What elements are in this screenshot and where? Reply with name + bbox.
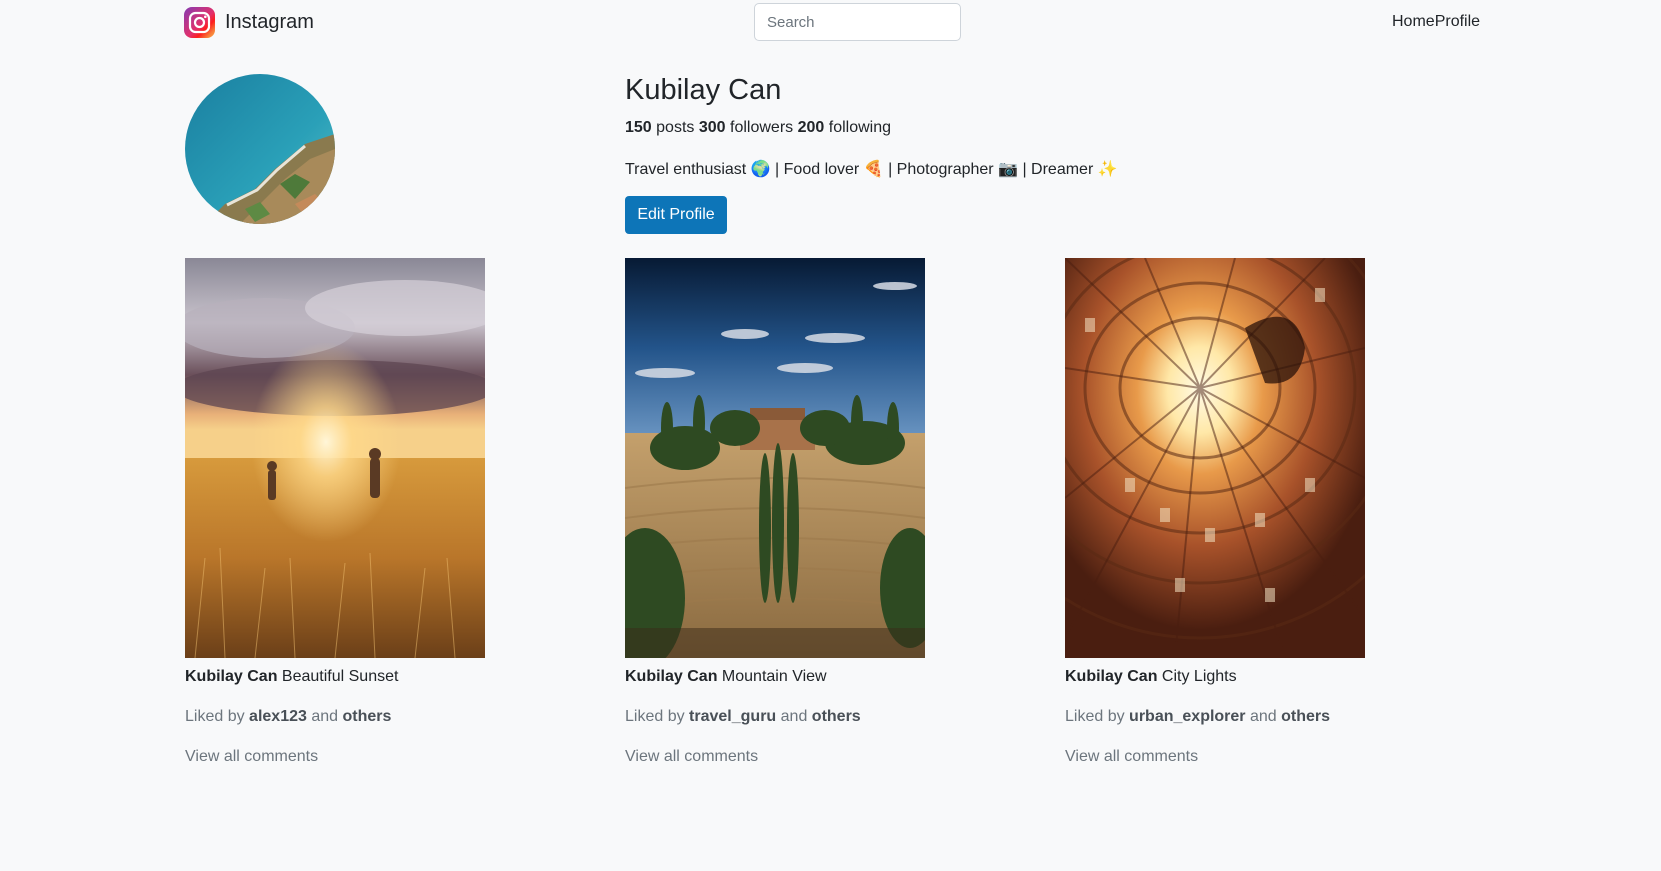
liked-others[interactable]: others xyxy=(812,708,861,725)
post-card: Kubilay Can Beautiful Sunset Liked by al… xyxy=(185,258,485,765)
following-count: 200 xyxy=(797,119,825,136)
post-card: Kubilay Can Mountain View Liked by trave… xyxy=(625,258,925,765)
posts-count: 150 xyxy=(625,119,652,136)
post-image[interactable] xyxy=(625,258,925,658)
liked-user[interactable]: travel_guru xyxy=(689,708,776,725)
liked-and: and xyxy=(311,708,339,725)
post-image[interactable] xyxy=(1065,258,1365,658)
post-author[interactable]: Kubilay Can xyxy=(625,668,717,685)
liked-and: and xyxy=(1249,708,1277,725)
profile-stats: 150 posts 300 followers 200 following xyxy=(625,119,891,137)
followers-label: followers xyxy=(730,119,794,136)
navbar: Instagram Home Profile xyxy=(0,0,1661,44)
post-author[interactable]: Kubilay Can xyxy=(1065,668,1157,685)
view-comments-link[interactable]: View all comments xyxy=(625,748,758,766)
search-input[interactable] xyxy=(754,3,961,41)
brand-name: Instagram xyxy=(225,11,314,33)
post-caption: Kubilay Can Beautiful Sunset xyxy=(185,668,398,686)
view-comments-link[interactable]: View all comments xyxy=(185,748,318,766)
profile-avatar xyxy=(185,74,335,224)
post-likes: Liked by alex123 and others xyxy=(185,708,391,726)
post-likes: Liked by urban_explorer and others xyxy=(1065,708,1330,726)
brand-link[interactable]: Instagram xyxy=(184,7,314,38)
profile-bio: Travel enthusiast 🌍 | Food lover 🍕 | Pho… xyxy=(625,161,1118,178)
liked-others[interactable]: others xyxy=(343,708,392,725)
liked-prefix: Liked by xyxy=(625,708,685,725)
followers-count: 300 xyxy=(698,119,726,136)
liked-and: and xyxy=(780,708,808,725)
following-label: following xyxy=(828,119,892,136)
liked-prefix: Liked by xyxy=(1065,708,1125,725)
view-comments-link[interactable]: View all comments xyxy=(1065,748,1198,766)
post-caption: Kubilay Can Mountain View xyxy=(625,668,827,686)
post-caption-text: City Lights xyxy=(1161,668,1237,685)
post-author[interactable]: Kubilay Can xyxy=(185,668,277,685)
liked-others[interactable]: others xyxy=(1281,708,1330,725)
post-card: Kubilay Can City Lights Liked by urban_e… xyxy=(1065,258,1365,765)
post-caption-text: Beautiful Sunset xyxy=(281,668,399,685)
post-caption: Kubilay Can City Lights xyxy=(1065,668,1237,686)
nav-profile-link[interactable]: Profile xyxy=(1435,13,1480,31)
nav-links: Home Profile xyxy=(1392,13,1480,31)
posts-label: posts xyxy=(656,119,695,136)
profile-name: Kubilay Can xyxy=(625,74,782,106)
liked-user[interactable]: alex123 xyxy=(249,708,307,725)
post-likes: Liked by travel_guru and others xyxy=(625,708,861,726)
liked-user[interactable]: urban_explorer xyxy=(1129,708,1245,725)
instagram-logo-icon xyxy=(184,7,215,38)
liked-prefix: Liked by xyxy=(185,708,245,725)
post-caption-text: Mountain View xyxy=(721,668,827,685)
edit-profile-button[interactable]: Edit Profile xyxy=(625,196,727,234)
post-image[interactable] xyxy=(185,258,485,658)
nav-home-link[interactable]: Home xyxy=(1392,13,1435,31)
